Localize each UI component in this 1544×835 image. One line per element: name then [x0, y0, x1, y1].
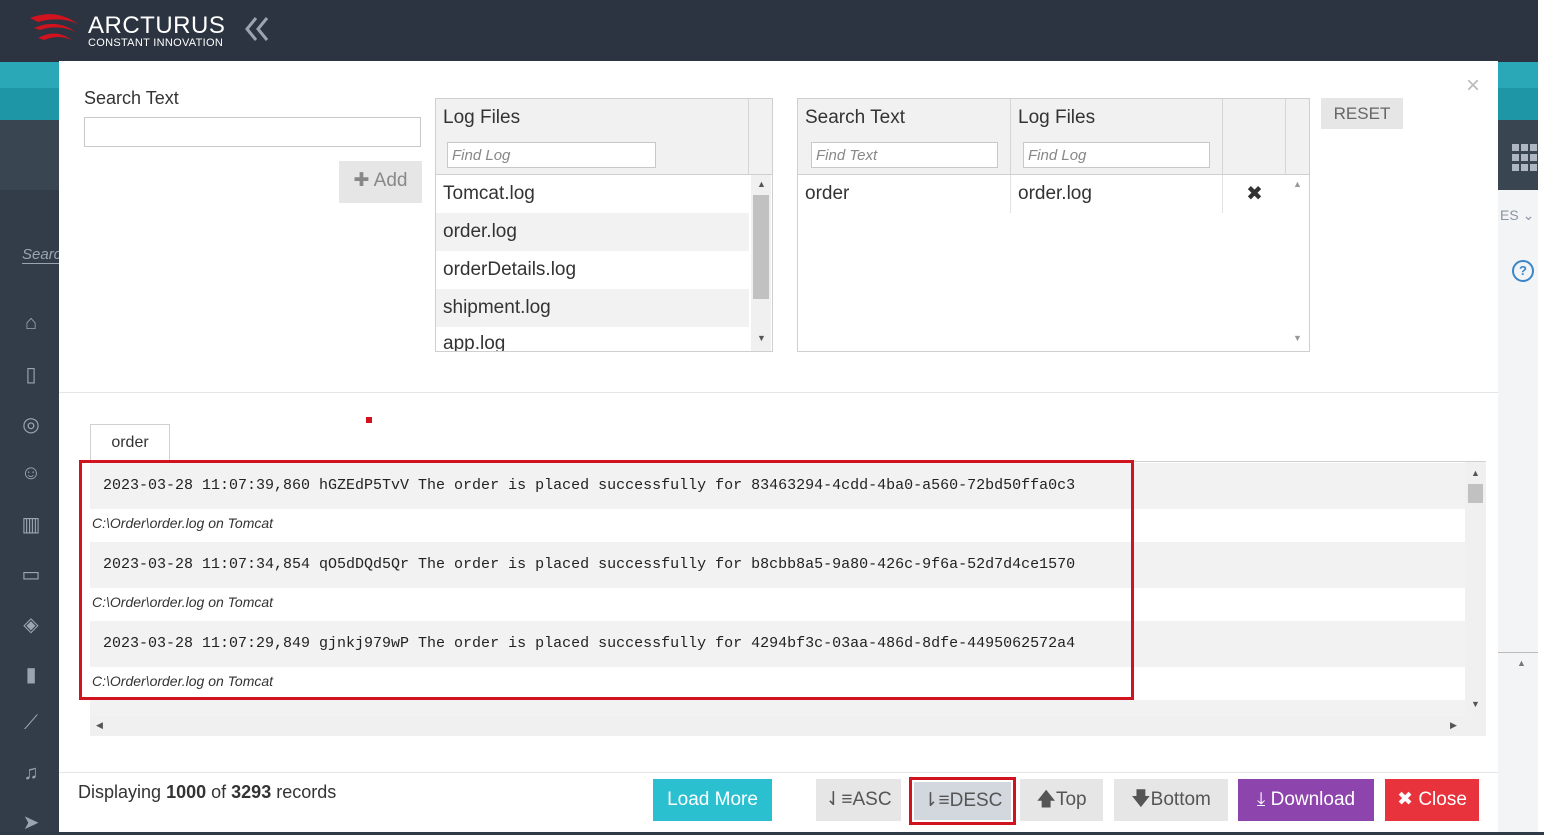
find-log-filter[interactable] — [1023, 142, 1210, 168]
top-button-label: Top — [1055, 789, 1087, 810]
sidebar-search-input[interactable]: Searc — [22, 246, 60, 264]
desc-highlight: ⇂≡DESC — [909, 777, 1016, 825]
grid-menu-icon[interactable] — [1512, 144, 1538, 177]
actions-column-header — [1223, 99, 1286, 174]
log-results-hscrollbar[interactable]: ◀ ▶ — [90, 716, 1486, 736]
log-file-item[interactable]: app.log — [436, 327, 749, 351]
arrow-down-icon: 🡇 — [1131, 789, 1151, 810]
scroll-down-icon[interactable]: ▼ — [757, 333, 766, 343]
search-text-column-label: Search Text — [805, 107, 905, 128]
record-count-prefix: Displaying — [78, 782, 162, 802]
scroll-left-icon[interactable]: ◀ — [96, 720, 103, 731]
download-icon: ⤓ — [1256, 789, 1266, 810]
log-file-item[interactable]: order.log — [436, 213, 749, 251]
sort-desc-icon: ⇂≡ — [922, 790, 950, 811]
book-icon[interactable]: ▯ — [19, 362, 43, 387]
app-header — [0, 0, 1538, 62]
sort-asc-icon: ⇃≡ — [825, 789, 853, 810]
load-more-button[interactable]: Load More — [653, 779, 772, 821]
sort-asc-button[interactable]: ⇃≡ASC — [816, 779, 901, 821]
help-icon[interactable]: ? — [1512, 260, 1534, 282]
selection-scrollbar[interactable]: ▲ ▼ — [1286, 175, 1308, 351]
header-fragment: ES ⌄ — [1500, 207, 1535, 223]
log-file-item[interactable]: Tomcat.log — [436, 175, 749, 213]
log-files-header-label: Log Files — [443, 107, 521, 128]
right-pane-scroll-up-icon[interactable]: ▲ — [1517, 658, 1526, 668]
sort-desc-button[interactable]: ⇂≡DESC — [914, 782, 1011, 820]
close-button-label: Close — [1418, 789, 1467, 810]
home-icon[interactable]: ⌂ — [19, 312, 43, 335]
reset-button[interactable]: RESET — [1321, 98, 1403, 129]
scroll-down-icon[interactable]: ▼ — [1293, 333, 1302, 343]
log-files-scrollbar[interactable]: ▲ ▼ — [751, 175, 771, 351]
selection-grid: Search Text Log Files order order.log ✖ … — [797, 98, 1310, 352]
trend-icon[interactable]: ⟋ — [19, 712, 43, 735]
bottom-button-label: Bottom — [1150, 789, 1211, 810]
globe-icon[interactable]: ◎ — [19, 412, 43, 437]
record-count-displayed: 1000 — [166, 782, 207, 802]
log-files-scroll-thumb[interactable] — [753, 195, 769, 299]
app-right-pane — [1498, 190, 1538, 832]
log-files-list: Tomcat.log order.log orderDetails.log sh… — [436, 175, 749, 351]
double-chevron-left-icon[interactable] — [244, 14, 270, 49]
arcturus-logo — [26, 10, 82, 55]
window-edge — [1538, 0, 1544, 832]
download-button[interactable]: ⤓ Download — [1238, 779, 1374, 821]
right-pane-divider — [1498, 652, 1538, 653]
record-count: Displaying 1000 of 3293 records — [78, 782, 336, 803]
scroll-right-icon[interactable]: ▶ — [1450, 720, 1457, 731]
log-results-scroll-thumb[interactable] — [1468, 484, 1483, 503]
log-line-partial — [90, 700, 1465, 716]
log-file-item[interactable]: orderDetails.log — [436, 251, 749, 289]
add-button[interactable]: ✚ Add — [339, 161, 422, 203]
logo-tagline: CONSTANT INNOVATION — [88, 37, 224, 49]
record-count-total: 3293 — [231, 782, 272, 802]
logo-name: ARCTURUS — [88, 12, 226, 39]
selection-log-file: order.log — [1011, 175, 1223, 213]
log-files-column-label: Log Files — [1018, 107, 1096, 128]
bottom-button[interactable]: 🡇Bottom — [1114, 779, 1228, 821]
record-count-suffix: records — [276, 782, 337, 802]
scroll-down-icon[interactable]: ▼ — [1471, 699, 1480, 709]
sort-desc-label: DESC — [949, 790, 1003, 811]
remove-row-icon[interactable]: ✖ — [1223, 175, 1286, 213]
top-button[interactable]: 🡅Top — [1020, 779, 1103, 821]
download-button-label: Download — [1270, 789, 1356, 810]
folder-icon[interactable]: ▭ — [19, 562, 43, 587]
sort-asc-label: ASC — [852, 789, 892, 810]
section-divider — [59, 392, 1498, 393]
plus-icon: ✚ — [353, 170, 370, 191]
tab-order[interactable]: order — [90, 424, 170, 462]
selection-row[interactable]: order order.log ✖ — [798, 175, 1286, 213]
find-text-filter[interactable] — [811, 142, 998, 168]
user-icon[interactable]: ☺ — [19, 462, 43, 485]
close-x-icon: ✖ — [1397, 789, 1414, 810]
bell-icon[interactable]: ♫ — [19, 762, 43, 785]
scroll-up-icon[interactable]: ▲ — [757, 179, 766, 189]
scroll-up-icon[interactable]: ▲ — [1293, 179, 1302, 189]
send-icon[interactable]: ➤ — [19, 810, 43, 835]
search-text-input[interactable] — [84, 117, 421, 147]
app-sidebar — [0, 190, 60, 832]
arrow-up-icon: 🡅 — [1036, 789, 1056, 810]
scroll-up-icon[interactable]: ▲ — [1471, 468, 1480, 478]
log-files-grid: Log Files Tomcat.log order.log orderDeta… — [435, 98, 773, 352]
layers-icon[interactable]: ◈ — [19, 612, 43, 637]
highlight-box — [79, 460, 1134, 700]
arcturus-logo-mark — [30, 14, 78, 40]
bar-chart-icon[interactable]: ▮ — [19, 662, 43, 687]
map-icon[interactable]: ▥ — [19, 512, 43, 537]
find-log-filter[interactable] — [447, 142, 656, 168]
cursor-marker — [366, 417, 372, 423]
close-icon[interactable]: × — [1466, 72, 1480, 100]
search-text-label: Search Text — [84, 88, 179, 108]
record-count-of: of — [211, 782, 227, 802]
log-file-item[interactable]: shipment.log — [436, 289, 749, 327]
close-button[interactable]: ✖ Close — [1385, 779, 1479, 821]
footer-divider — [59, 772, 1498, 773]
selection-search-text: order — [798, 175, 1011, 213]
add-button-label: Add — [373, 170, 408, 191]
log-results-vscrollbar[interactable]: ▲ ▼ — [1465, 462, 1486, 716]
